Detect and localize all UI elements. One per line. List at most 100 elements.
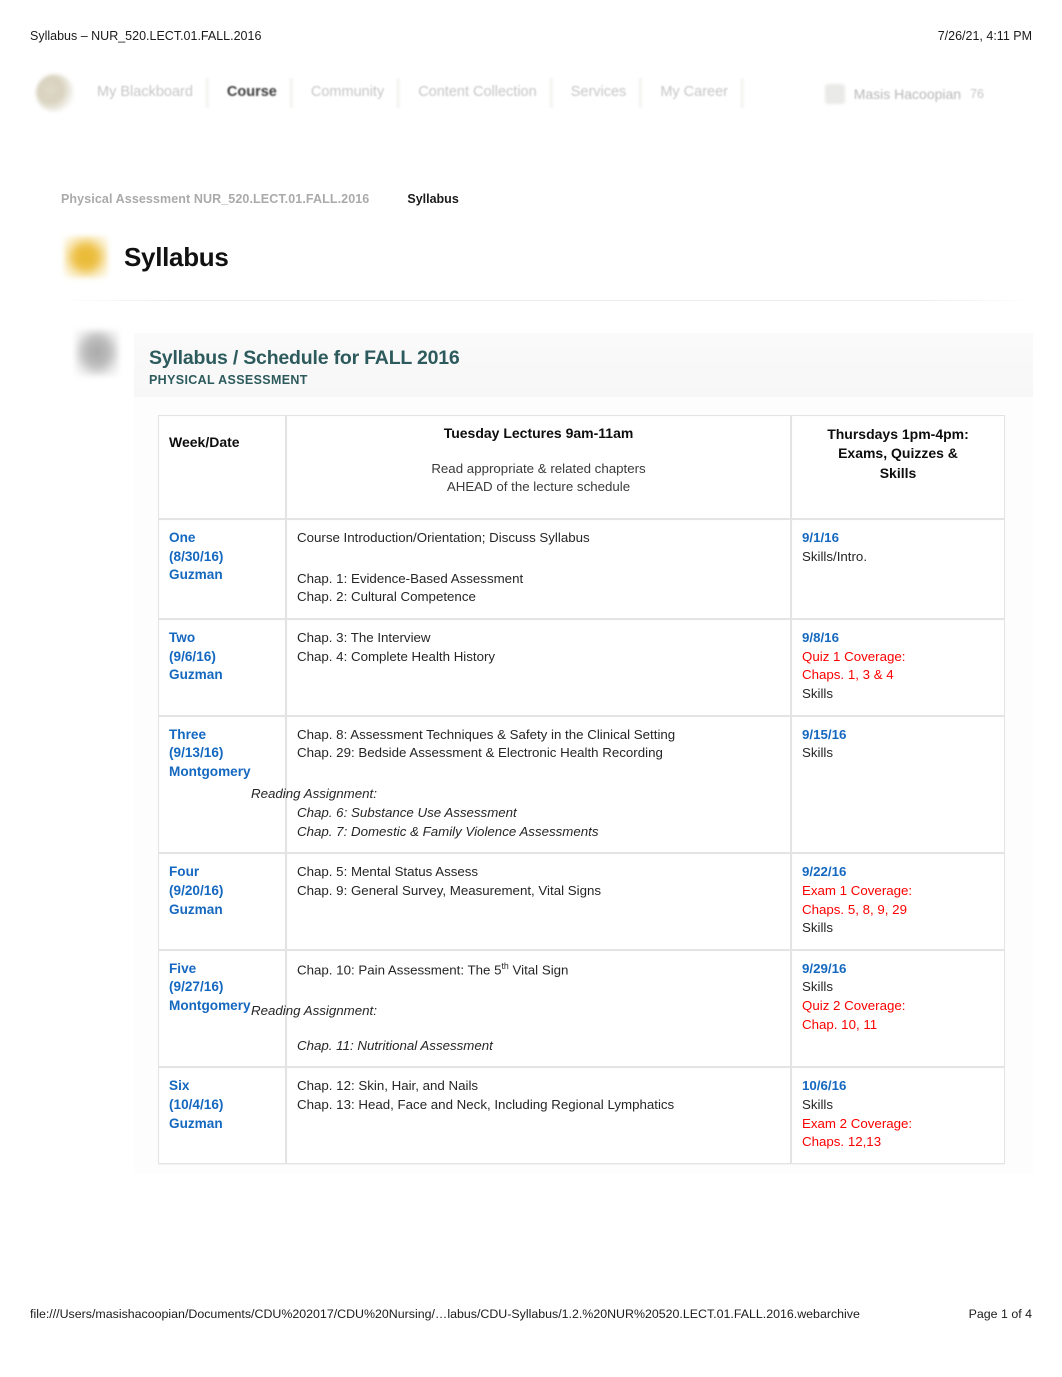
nav-tab-community[interactable]: Community: [294, 74, 402, 112]
week-date: (9/6/16): [169, 648, 216, 664]
user-name: Masis Hacoopian: [853, 86, 962, 102]
cell-lecture: Chap. 12: Skin, Hair, and Nails Chap. 13:…: [286, 1067, 791, 1164]
thursday-date: 9/22/16: [802, 864, 847, 880]
cell-thursday: 9/8/16 Quiz 1 Coverage: Chaps. 1, 3 & 4 Ski…: [791, 619, 1005, 716]
lecture-line: Chap. 4: Complete Health History: [297, 648, 496, 664]
breadcrumb: Physical Assessment NUR_520.LECT.01.FALL…: [61, 192, 459, 206]
cell-thursday: 9/15/16 Skills: [791, 715, 1005, 854]
thursday-activity: Skills: [802, 686, 834, 702]
nav-tab-label: My Blackboard: [97, 84, 193, 100]
cell-week-date: Six (10/4/16) Guzman: [158, 1067, 286, 1164]
lecture-line: Chap. 1: Evidence-Based Assessment: [297, 570, 524, 586]
print-footer-url: file:///Users/masishacoopian/Documents/C…: [30, 1307, 860, 1321]
breadcrumb-course-link[interactable]: Physical Assessment NUR_520.LECT.01.FALL…: [61, 192, 369, 206]
header-lecture-sub-line1: Read appropriate & related chapters: [431, 461, 646, 476]
thursday-date: 9/1/16: [802, 530, 839, 545]
document-subtitle: PHYSICAL ASSESSMENT: [149, 373, 308, 387]
cell-lecture: Course Introduction/Orientation; Discuss…: [286, 519, 791, 620]
lecture-line: Chap. 13: Head, Face and Neck, Including…: [297, 1097, 675, 1113]
header-cell-lecture: Tuesday Lectures 9am-11am Read appropria…: [286, 415, 791, 519]
lecture-line: Chap. 3: The Interview: [297, 630, 431, 646]
cell-week-date: Two (9/6/16) Guzman: [158, 619, 286, 716]
page-title-divider: [58, 300, 1033, 301]
reading-assignment-label: Reading Assignment:: [251, 786, 377, 802]
folder-icon: [64, 236, 108, 278]
header-lecture-sub-line2: AHEAD of the lecture schedule: [446, 478, 631, 494]
cell-lecture: Chap. 3: The Interview Chap. 4: Complete …: [286, 619, 791, 716]
header-thursday-line1: Thursdays 1pm-4pm:: [827, 426, 969, 442]
nav-tab-list: My Blackboard Course Community Content C…: [36, 74, 745, 112]
nav-tab-my-career[interactable]: My Career: [643, 74, 745, 112]
nav-tab-content-collection[interactable]: Content Collection: [401, 74, 554, 112]
week-date: (8/30/16): [169, 548, 224, 564]
lecture-line: Chap. 12: Skin, Hair, and Nails: [297, 1078, 479, 1094]
thursday-activity: Skills: [802, 920, 834, 936]
week-date: (9/13/16): [169, 745, 224, 761]
nav-tab-my-blackboard[interactable]: My Blackboard: [80, 74, 210, 112]
print-footer: file:///Users/masishacoopian/Documents/C…: [0, 1307, 1062, 1321]
lecture-intro: Course Introduction/Orientation; Discuss…: [297, 530, 590, 545]
header-cell-week: Week/Date: [158, 415, 286, 519]
user-notification-count: 76: [970, 87, 984, 101]
thursday-activity: Skills: [802, 745, 834, 761]
week-week: One: [169, 530, 196, 545]
global-nav-bar: My Blackboard Course Community Content C…: [0, 68, 1062, 130]
nav-tab-label: Content Collection: [418, 84, 537, 100]
cell-lecture: Chap. 10: Pain Assessment: The 5th Vital…: [251, 949, 791, 1068]
nav-tab-services[interactable]: Services: [554, 74, 644, 112]
header-thursday-line2: Exams, Quizzes &: [838, 445, 958, 462]
document-icon: [75, 330, 119, 376]
thursday-date: 9/15/16: [802, 726, 847, 742]
week-instructor: Montgomery: [169, 763, 251, 779]
lecture-line: Chap. 2: Cultural Competence: [297, 589, 476, 605]
thursday-date: 9/29/16: [802, 960, 847, 976]
week-instructor: Guzman: [169, 667, 223, 683]
lecture-line: Chap. 10: Pain Assessment: The 5th Vital…: [297, 960, 569, 978]
nav-tab-label: Services: [570, 84, 627, 100]
week-date: (9/20/16): [169, 882, 224, 898]
cell-lecture: Chap. 8: Assessment Techniques & Safety …: [251, 715, 791, 854]
thursday-assessment-coverage: Exam 2 Coverage:: [802, 1115, 913, 1131]
week-week: Four: [169, 864, 200, 880]
week-date: (9/27/16): [169, 979, 224, 995]
week-week: Five: [169, 960, 197, 976]
header-lecture-sub: Read appropriate & related chapters AHEA…: [297, 460, 780, 496]
avatar-icon: [824, 84, 845, 104]
lecture-line: Chap. 29: Bedside Assessment & Electroni…: [297, 745, 663, 761]
thursday-assessment-coverage: Chap. 10, 11: [802, 1016, 878, 1032]
reading-assignment-line: Chap. 11: Nutritional Assessment: [297, 1037, 493, 1053]
print-header: Syllabus – NUR_520.LECT.01.FALL.2016 7/2…: [0, 26, 1062, 46]
document-header: Syllabus / Schedule for FALL 2016 PHYSIC…: [134, 333, 1033, 397]
table-row: Three (9/13/16) Montgomery Chap. 8: Assessm…: [158, 715, 1005, 854]
reading-assignment-line: Chap. 7: Domestic & Family Violence Asse…: [297, 823, 599, 839]
lecture-line: Chap. 9: General Survey, Measurement, Vi…: [297, 883, 602, 899]
schedule-rows: One (8/30/16) Guzman Course Introduction/Or…: [158, 519, 1005, 1164]
header-thursday-block: Thursdays 1pm-4pm: Exams, Quizzes & Skil…: [802, 425, 994, 483]
blackboard-logo-icon: [36, 74, 74, 112]
thursday-date: 9/8/16: [802, 630, 839, 646]
week-instructor: Guzman: [169, 567, 223, 583]
week-instructor: Guzman: [169, 901, 223, 917]
week-week: Three: [169, 726, 207, 742]
header-cell-thursday: Thursdays 1pm-4pm: Exams, Quizzes & Skil…: [791, 415, 1005, 519]
week-instructor: Guzman: [169, 1115, 223, 1131]
document-title: Syllabus / Schedule for FALL 2016: [149, 347, 460, 369]
thursday-assessment-coverage: Quiz 1 Coverage:: [802, 648, 906, 664]
print-header-timestamp: 7/26/21, 4:11 PM: [937, 29, 1032, 43]
thursday-activity: Skills/Intro.: [802, 548, 868, 564]
nav-tab-course[interactable]: Course: [210, 74, 294, 112]
reading-assignment-label: Reading Assignment:: [251, 1002, 377, 1018]
cell-thursday: 10/6/16 Skills Exam 2 Coverage: Chaps. 12,1…: [791, 1067, 1005, 1164]
page-title-row: Syllabus: [64, 236, 229, 278]
lecture-line: Chap. 8: Assessment Techniques & Safety …: [297, 726, 676, 742]
thursday-activity: Skills: [802, 979, 834, 995]
thursday-assessment-coverage: Chaps. 5, 8, 9, 29: [802, 901, 907, 917]
thursday-assessment-coverage: Chaps. 1, 3 & 4: [802, 667, 894, 683]
reading-assignment-line: Chap. 6: Substance Use Assessment: [297, 804, 517, 820]
nav-tab-label: Community: [310, 84, 385, 100]
user-menu[interactable]: Masis Hacoopian 76: [824, 84, 984, 104]
cell-thursday: 9/1/16 Skills/Intro.: [791, 519, 1005, 620]
thursday-assessment-coverage: Quiz 2 Coverage:: [802, 997, 906, 1013]
